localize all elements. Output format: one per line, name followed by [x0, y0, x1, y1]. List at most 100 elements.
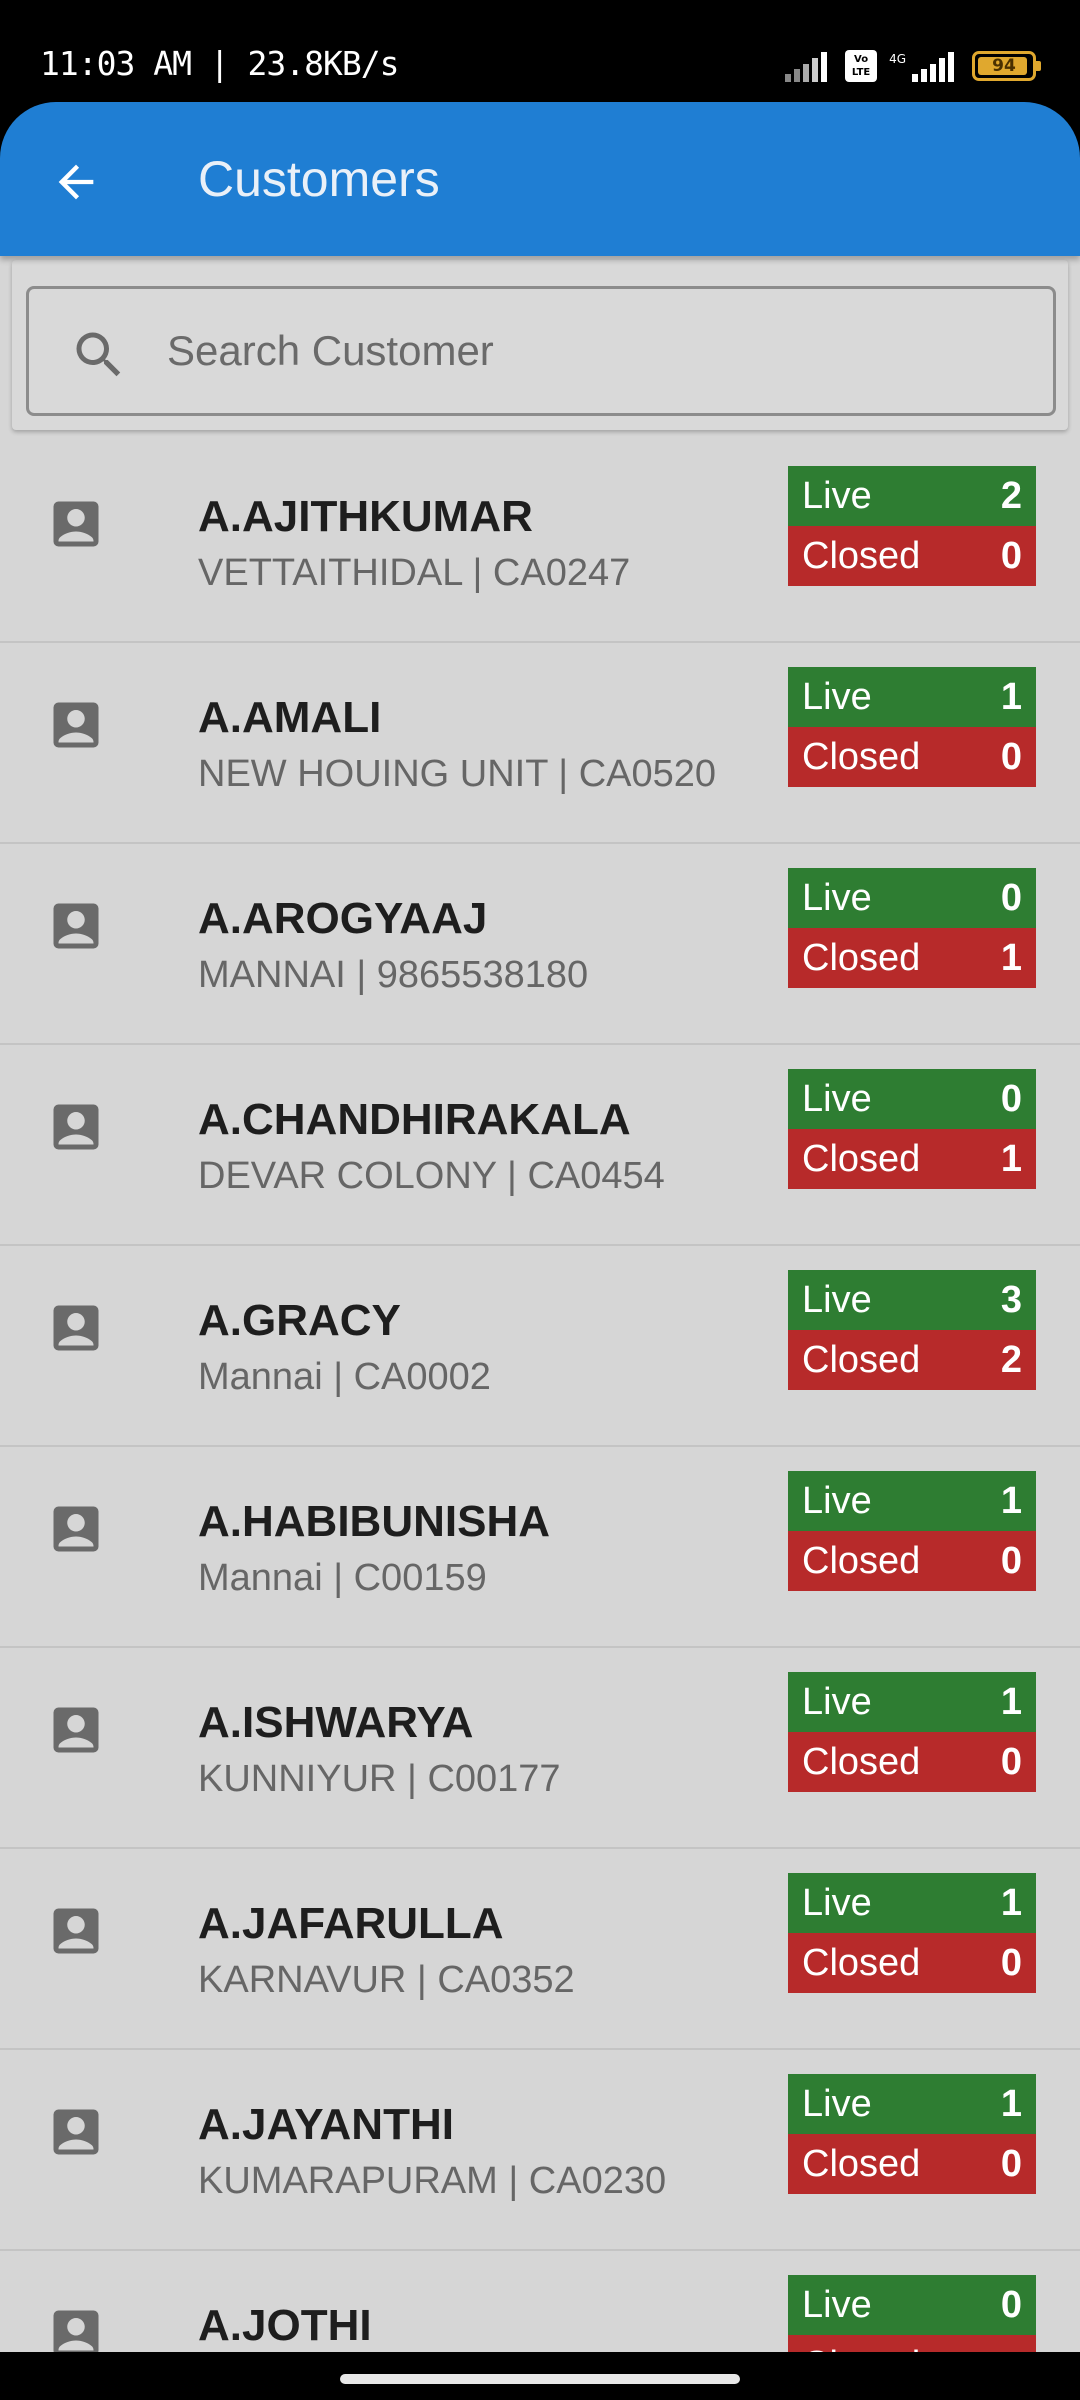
customer-location-code: KARNAVUR | CA0352 — [198, 1959, 575, 2001]
live-label: Live — [802, 1479, 872, 1522]
live-count: 1 — [1000, 1881, 1022, 1924]
search-card — [12, 260, 1068, 430]
closed-badge: Closed 2 — [788, 1330, 1036, 1390]
contact-icon — [53, 1707, 99, 1753]
customer-row[interactable]: A.CHANDHIRAKALA DEVAR COLONY | CA0454 Li… — [0, 1045, 1080, 1246]
customer-row[interactable]: A.AROGYAAJ MANNAI | 9865538180 Live 0 Cl… — [0, 844, 1080, 1045]
customer-row[interactable]: A.HABIBUNISHA Mannai | C00159 Live 1 Clo… — [0, 1447, 1080, 1648]
closed-count: 2 — [1000, 1338, 1022, 1381]
status-time: 11:03 AM | 23.8KB/s — [40, 44, 399, 83]
live-badge: Live 1 — [788, 1873, 1036, 1933]
live-count: 2 — [1000, 474, 1022, 517]
customer-name: A.CHANDHIRAKALA — [198, 1095, 631, 1144]
live-label: Live — [802, 2283, 872, 2326]
customer-location-code: VETTAITHIDAL | CA0247 — [198, 552, 631, 594]
closed-badge: Closed 0 — [788, 1732, 1036, 1792]
network-type: 4G — [889, 52, 906, 66]
live-count: 0 — [1000, 1077, 1022, 1120]
live-count: 0 — [1000, 876, 1022, 919]
customer-name: A.JAYANTHI — [198, 2100, 454, 2149]
live-badge: Live 0 — [788, 868, 1036, 928]
customer-row[interactable]: A.ISHWARYA KUNNIYUR | C00177 Live 1 Clos… — [0, 1648, 1080, 1849]
signal-4g-icon — [912, 52, 954, 82]
customer-location-code: KUNNIYUR | C00177 — [198, 1758, 561, 1800]
live-label: Live — [802, 2082, 872, 2125]
customer-location-code: DEVAR COLONY | CA0454 — [198, 1155, 665, 1197]
closed-label: Closed — [802, 1338, 921, 1381]
search-input[interactable] — [167, 311, 1027, 391]
customer-row[interactable]: A.AJITHKUMAR VETTAITHIDAL | CA0247 Live … — [0, 442, 1080, 643]
contact-icon — [53, 1506, 99, 1552]
customer-name: A.AJITHKUMAR — [198, 492, 533, 541]
live-label: Live — [802, 1680, 872, 1723]
live-badge: Live 0 — [788, 1069, 1036, 1129]
live-label: Live — [802, 1278, 872, 1321]
page-title: Customers — [198, 151, 440, 207]
customer-name: A.AMALI — [198, 693, 382, 742]
contact-icon — [53, 2109, 99, 2155]
customer-name: A.JAFARULLA — [198, 1899, 504, 1948]
battery-icon: 94 — [972, 51, 1041, 81]
home-indicator[interactable] — [340, 2374, 740, 2384]
closed-count: 0 — [1000, 1740, 1022, 1783]
customer-row[interactable]: A.JAYANTHI KUMARAPURAM | CA0230 Live 1 C… — [0, 2050, 1080, 2251]
closed-badge: Closed — [788, 2335, 1036, 2352]
customer-list: A.AJITHKUMAR VETTAITHIDAL | CA0247 Live … — [0, 442, 1080, 2352]
customer-name: A.GRACY — [198, 1296, 401, 1345]
search-box[interactable] — [26, 286, 1056, 416]
closed-label: Closed — [802, 2344, 920, 2353]
live-label: Live — [802, 675, 872, 718]
live-badge: Live 1 — [788, 2074, 1036, 2134]
app-bar: Customers — [0, 102, 1080, 256]
customer-location-code: MANNAI | 9865538180 — [198, 954, 589, 996]
customer-row[interactable]: A.JOTHI Live 0 Closed — [0, 2251, 1080, 2352]
customer-row[interactable]: A.GRACY Mannai | CA0002 Live 3 Closed 2 — [0, 1246, 1080, 1447]
contact-icon — [53, 903, 99, 949]
customer-row[interactable]: A.JAFARULLA KARNAVUR | CA0352 Live 1 Clo… — [0, 1849, 1080, 2050]
contact-icon — [53, 702, 99, 748]
battery-level: 94 — [992, 56, 1016, 76]
closed-label: Closed — [802, 1941, 921, 1984]
live-badge: Live 2 — [788, 466, 1036, 526]
live-badge: Live 1 — [788, 667, 1036, 727]
customer-name: A.ISHWARYA — [198, 1698, 474, 1747]
closed-badge: Closed 0 — [788, 526, 1036, 586]
live-count: 1 — [1000, 1479, 1022, 1522]
closed-label: Closed — [802, 1137, 921, 1180]
contact-icon — [53, 501, 99, 547]
live-badge: Live 0 — [788, 2275, 1036, 2335]
closed-label: Closed — [802, 735, 921, 778]
live-count: 1 — [1000, 2082, 1022, 2125]
contact-icon — [53, 1104, 99, 1150]
customer-row[interactable]: A.AMALI NEW HOUING UNIT | CA0520 Live 1 … — [0, 643, 1080, 844]
customer-name: A.HABIBUNISHA — [198, 1497, 550, 1546]
closed-count: 1 — [1000, 936, 1022, 979]
closed-badge: Closed 0 — [788, 727, 1036, 787]
live-count: 1 — [1000, 1680, 1022, 1723]
customer-name: A.JOTHI — [198, 2301, 372, 2350]
customer-location-code: NEW HOUING UNIT | CA0520 — [198, 753, 717, 795]
customer-location-code: KUMARAPURAM | CA0230 — [198, 2160, 667, 2202]
closed-badge: Closed 0 — [788, 1531, 1036, 1591]
back-button[interactable] — [36, 142, 116, 222]
closed-badge: Closed 1 — [788, 1129, 1036, 1189]
volte-line1: Vo — [854, 54, 869, 65]
closed-badge: Closed 0 — [788, 2134, 1036, 2194]
screen: 11:03 AM | 23.8KB/s Vo LTE 4G 94 Custome… — [0, 0, 1080, 2400]
live-label: Live — [802, 474, 872, 517]
closed-count: 1 — [1000, 1137, 1022, 1180]
live-count: 3 — [1000, 1278, 1022, 1321]
closed-count: 0 — [1000, 1941, 1022, 1984]
live-label: Live — [802, 1881, 872, 1924]
customer-location-code: Mannai | C00159 — [198, 1557, 487, 1599]
closed-label: Closed — [802, 2142, 921, 2185]
closed-count: 0 — [1000, 2142, 1022, 2185]
closed-count: 0 — [1000, 735, 1022, 778]
search-icon — [76, 332, 121, 377]
contact-icon — [53, 1908, 99, 1954]
navigation-bar — [0, 2352, 1080, 2400]
arrow-back-icon — [58, 164, 94, 200]
contact-icon — [53, 1305, 99, 1351]
closed-badge: Closed 0 — [788, 1933, 1036, 1993]
signal-icon — [785, 52, 828, 82]
